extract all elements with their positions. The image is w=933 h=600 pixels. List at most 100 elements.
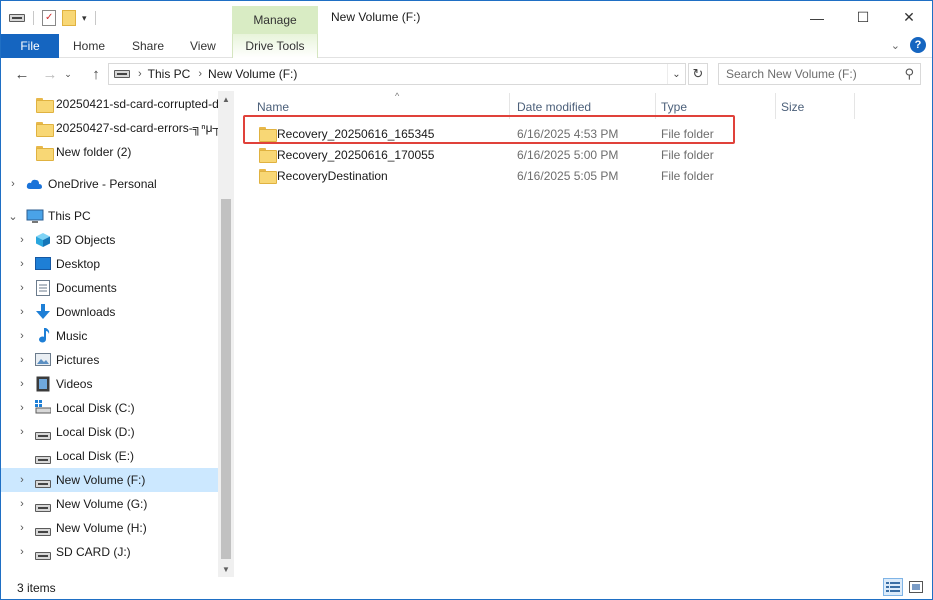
properties-icon[interactable]: ✓ <box>42 10 56 26</box>
nav-item-new-volume-g[interactable]: › New Volume (G:) <box>1 492 218 516</box>
nav-item-new-folder-2[interactable]: New folder (2) <box>1 140 218 164</box>
breadcrumb-this-pc[interactable]: This PC <box>148 67 191 81</box>
expand-chevron-icon[interactable]: › <box>16 498 28 510</box>
nav-item-downloads[interactable]: › Downloads <box>1 300 218 324</box>
new-folder-icon[interactable] <box>62 10 76 26</box>
help-icon[interactable]: ? <box>910 37 926 53</box>
tab-home[interactable]: Home <box>73 34 105 58</box>
column-header-date-modified[interactable]: Date modified <box>517 95 647 119</box>
expand-chevron-icon[interactable]: › <box>16 546 28 558</box>
nav-item-documents[interactable]: › Documents <box>1 276 218 300</box>
nav-item-this-pc[interactable]: ⌄ This PC <box>1 204 218 228</box>
tab-share[interactable]: Share <box>132 34 164 58</box>
minimize-button[interactable]: — <box>794 1 840 34</box>
nav-item-local-disk-c[interactable]: › Local Disk (C:) <box>1 396 218 420</box>
column-divider[interactable] <box>775 93 776 119</box>
drive-icon <box>35 480 51 488</box>
drive-icon <box>35 528 51 536</box>
close-button[interactable]: ✕ <box>886 1 932 34</box>
column-header-name[interactable]: Name ^ <box>257 91 497 119</box>
cube-icon <box>35 232 51 248</box>
tab-drive-tools[interactable]: Drive Tools <box>232 34 318 58</box>
recent-locations-icon[interactable]: ⌄ <box>61 64 75 84</box>
file-date-modified: 6/16/2025 5:00 PM <box>517 148 619 162</box>
nav-item-folder-20250427[interactable]: 20250427-sd-card-errors-╗ⁿμ┬ <box>1 116 218 140</box>
expand-chevron-icon[interactable]: › <box>16 402 28 414</box>
column-header-size[interactable]: Size <box>781 95 851 119</box>
search-input[interactable]: Search New Volume (F:) ⚲ <box>718 63 921 85</box>
nav-item-label: Pictures <box>56 353 100 367</box>
breadcrumb-separator-icon[interactable]: › <box>138 68 142 80</box>
scroll-up-arrow-icon[interactable]: ▲ <box>218 91 234 107</box>
nav-item-desktop[interactable]: › Desktop <box>1 252 218 276</box>
view-switcher <box>883 578 926 596</box>
maximize-button[interactable]: ☐ <box>840 1 886 34</box>
nav-item-label: SD CARD (J:) <box>56 545 131 559</box>
nav-item-videos[interactable]: › Videos <box>1 372 218 396</box>
breadcrumb-separator-icon[interactable]: › <box>198 68 202 80</box>
file-type: File folder <box>661 148 714 162</box>
expand-chevron-icon[interactable]: › <box>16 378 28 390</box>
nav-item-label: New Volume (H:) <box>56 521 147 535</box>
drive-icon <box>35 456 51 464</box>
expand-chevron-icon[interactable]: › <box>16 234 28 246</box>
address-dropdown-icon[interactable]: ⌄ <box>667 64 685 84</box>
file-date-modified: 6/16/2025 4:53 PM <box>517 127 619 141</box>
large-icons-view-icon[interactable] <box>906 578 926 596</box>
file-row[interactable]: Recovery_20250616_165345 6/16/2025 4:53 … <box>243 123 735 144</box>
expand-chevron-icon[interactable]: › <box>16 426 28 438</box>
expand-chevron-icon[interactable]: › <box>16 282 28 294</box>
collapse-chevron-icon[interactable]: ⌄ <box>7 210 19 223</box>
drive-icon <box>35 552 51 560</box>
window-controls: — ☐ ✕ <box>794 1 932 34</box>
refresh-icon[interactable]: ↻ <box>688 63 708 85</box>
breadcrumb-new-volume[interactable]: New Volume (F:) <box>208 67 297 81</box>
manage-tab-group[interactable]: Manage <box>232 6 318 34</box>
nav-item-music[interactable]: › Music <box>1 324 218 348</box>
search-icon[interactable]: ⚲ <box>904 66 914 82</box>
title-bar: ✓ ▾ Manage New Volume (F:) — ☐ ✕ <box>1 1 932 34</box>
column-header-label: Type <box>661 100 688 114</box>
expand-chevron-icon[interactable]: › <box>7 178 19 190</box>
column-divider[interactable] <box>509 93 510 119</box>
nav-item-pictures[interactable]: › Pictures <box>1 348 218 372</box>
nav-item-local-disk-e[interactable]: Local Disk (E:) <box>1 444 218 468</box>
expand-chevron-icon[interactable]: › <box>16 354 28 366</box>
scrollbar-thumb[interactable] <box>221 199 231 559</box>
scroll-down-arrow-icon[interactable]: ▼ <box>218 561 234 577</box>
expand-chevron-icon[interactable]: › <box>16 306 28 318</box>
nav-item-local-disk-d[interactable]: › Local Disk (D:) <box>1 420 218 444</box>
file-row[interactable]: Recovery_20250616_170055 6/16/2025 5:00 … <box>243 144 735 165</box>
details-view-icon[interactable] <box>883 578 903 596</box>
column-divider[interactable] <box>854 93 855 119</box>
file-name: Recovery_20250616_170055 <box>277 148 435 162</box>
nav-item-new-volume-f[interactable]: › New Volume (F:) <box>1 468 218 492</box>
back-arrow-icon[interactable]: ← <box>11 64 33 84</box>
expand-chevron-icon[interactable]: › <box>16 474 28 486</box>
address-bar[interactable]: › This PC › New Volume (F:) ⌄ <box>108 63 686 85</box>
expand-chevron-icon[interactable]: › <box>16 522 28 534</box>
navigation-pane: 20250421-sd-card-corrupted-d 20250427-sd… <box>1 91 234 577</box>
desktop-icon <box>35 257 51 273</box>
tab-file[interactable]: File <box>1 34 59 58</box>
nav-item-new-volume-h[interactable]: › New Volume (H:) <box>1 516 218 540</box>
nav-item-3d-objects[interactable]: › 3D Objects <box>1 228 218 252</box>
expand-chevron-icon[interactable]: › <box>16 330 28 342</box>
chevron-down-icon[interactable]: ⌄ <box>891 39 900 52</box>
tab-view[interactable]: View <box>190 34 216 58</box>
forward-arrow-icon[interactable]: → <box>39 64 61 84</box>
nav-item-folder-20250421[interactable]: 20250421-sd-card-corrupted-d <box>1 92 218 116</box>
column-divider[interactable] <box>655 93 656 119</box>
column-header-type[interactable]: Type <box>661 95 771 119</box>
search-placeholder: Search New Volume (F:) <box>726 67 857 81</box>
up-arrow-icon[interactable]: ↑ <box>85 64 107 84</box>
nav-item-onedrive[interactable]: › OneDrive - Personal <box>1 172 218 196</box>
customize-toolbar-icon[interactable]: ▾ <box>82 13 87 24</box>
nav-item-sd-card-j[interactable]: › SD CARD (J:) <box>1 540 218 564</box>
nav-item-label: Local Disk (C:) <box>56 401 135 415</box>
expand-chevron-icon[interactable]: › <box>16 258 28 270</box>
file-row[interactable]: RecoveryDestination 6/16/2025 5:05 PM Fi… <box>243 165 735 186</box>
nav-item-label: New Volume (G:) <box>56 497 148 511</box>
folder-icon <box>259 127 277 142</box>
nav-scrollbar[interactable]: ▲ ▼ <box>218 91 234 577</box>
